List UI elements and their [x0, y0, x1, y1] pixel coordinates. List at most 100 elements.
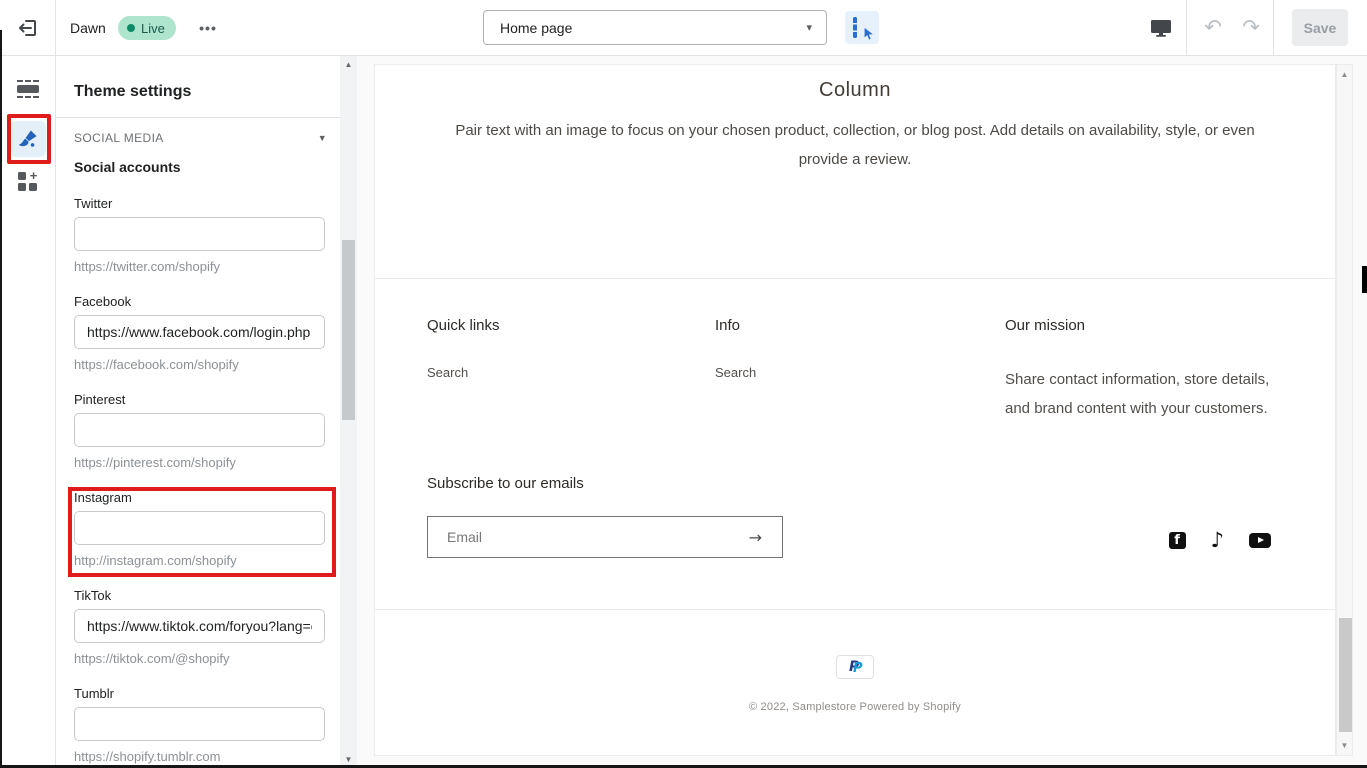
selection-icon: [853, 19, 871, 37]
live-badge-label: Live: [141, 21, 165, 36]
tiktok-input[interactable]: [74, 609, 325, 643]
more-actions-button[interactable]: •••: [192, 14, 224, 42]
facebook-icon[interactable]: f: [1169, 532, 1186, 549]
facebook-label: Facebook: [74, 294, 325, 309]
preview-scrollbar-thumb[interactable]: [1339, 618, 1352, 732]
sidebar-item-apps[interactable]: +: [0, 172, 55, 192]
topbar-divider: [1186, 0, 1187, 55]
twitter-label: Twitter: [74, 196, 325, 211]
panel-scrollbar-thumb[interactable]: [342, 240, 355, 420]
footer-top-divider: [375, 278, 1335, 279]
undo-button[interactable]: ↶: [1198, 12, 1228, 42]
tiktok-icon[interactable]: ♪: [1211, 530, 1224, 550]
live-dot-icon: [127, 24, 135, 32]
tumblr-label: Tumblr: [74, 686, 325, 701]
tiktok-label: TikTok: [74, 588, 325, 603]
section-social-media-label: SOCIAL MEDIA: [74, 131, 164, 145]
page-selector-dropdown[interactable]: Home page ▾: [483, 10, 827, 45]
paintbrush-icon: [17, 129, 38, 150]
mouse-cursor-artifact: [1362, 266, 1367, 293]
scroll-down-icon[interactable]: ▼: [340, 755, 357, 764]
tiktok-helper: https://tiktok.com/@shopify: [74, 651, 325, 666]
section-social-media[interactable]: SOCIAL MEDIA ▼: [74, 127, 327, 149]
ellipsis-icon: •••: [199, 20, 217, 36]
youtube-icon[interactable]: [1249, 533, 1271, 548]
quick-links-search-link[interactable]: Search: [427, 365, 468, 380]
theme-settings-panel: Theme settings SOCIAL MEDIA ▼ Social acc…: [56, 56, 340, 768]
panel-scrollbar[interactable]: ▲ ▼: [340, 56, 357, 768]
apps-icon: +: [18, 172, 38, 192]
sidebar-item-theme-settings[interactable]: [0, 121, 55, 157]
social-accounts-title: Social accounts: [74, 159, 181, 175]
panel-title: Theme settings: [74, 83, 191, 101]
subscribe-heading: Subscribe to our emails: [427, 475, 584, 492]
footer-social-icons: f ♪: [1169, 529, 1271, 551]
footer-column-quick-links: Quick links Search: [427, 317, 715, 423]
field-pinterest: Pinterest https://pinterest.com/shopify: [74, 392, 325, 470]
pinterest-input[interactable]: [74, 413, 325, 447]
submit-arrow-button[interactable]: →: [729, 528, 782, 547]
footer-columns: Quick links Search Info Search Our missi…: [427, 317, 1295, 423]
arrow-right-icon: →: [749, 528, 762, 547]
topbar-divider: [1273, 0, 1274, 55]
section-select-tool-button[interactable]: [845, 11, 879, 44]
instagram-helper: http://instagram.com/shopify: [74, 553, 325, 568]
twitter-input[interactable]: [74, 217, 325, 251]
facebook-helper: https://facebook.com/shopify: [74, 357, 325, 372]
footer-bottom-divider: [375, 609, 1335, 610]
facebook-letter: f: [1174, 533, 1180, 549]
save-button[interactable]: Save: [1292, 9, 1348, 46]
theme-name: Dawn: [70, 0, 106, 55]
info-search-link[interactable]: Search: [715, 365, 756, 380]
preview-scroll-up-icon[interactable]: ▲: [1337, 70, 1352, 79]
theme-settings-tile: [10, 121, 46, 157]
live-status-badge: Live: [118, 16, 176, 40]
top-bar: Dawn Live ••• Home page ▾: [0, 0, 1367, 56]
footer-column-mission: Our mission Share contact information, s…: [1005, 317, 1287, 423]
monitor-icon: [1150, 18, 1172, 38]
preview-scrollbar[interactable]: ▲ ▼: [1336, 64, 1353, 756]
collapse-caret-icon: ▼: [318, 133, 327, 143]
redo-button[interactable]: ↷: [1236, 12, 1266, 42]
instagram-label: Instagram: [74, 490, 325, 505]
instagram-input[interactable]: [74, 511, 325, 545]
twitter-helper: https://twitter.com/shopify: [74, 259, 325, 274]
scroll-up-icon[interactable]: ▲: [340, 60, 357, 69]
field-facebook: Facebook https://facebook.com/shopify: [74, 294, 325, 372]
shopify-theme-editor: Dawn Live ••• Home page ▾: [0, 0, 1367, 768]
footer-column-info: Info Search: [715, 317, 1005, 423]
desktop-preview-button[interactable]: [1146, 14, 1176, 42]
pinterest-helper: https://pinterest.com/shopify: [74, 455, 325, 470]
paypal-icon-front: P: [853, 661, 863, 676]
sections-icon: [17, 80, 39, 98]
newsletter-form: →: [427, 516, 783, 558]
info-heading: Info: [715, 317, 1005, 334]
store-preview: Column Pair text with an image to focus …: [374, 64, 1336, 756]
paypal-badge: P P: [836, 655, 874, 679]
field-twitter: Twitter https://twitter.com/shopify: [74, 196, 325, 274]
undo-icon: ↶: [1204, 15, 1222, 39]
panel-divider: [56, 117, 340, 118]
exit-button[interactable]: [0, 0, 56, 55]
email-input[interactable]: [428, 529, 729, 545]
mission-heading: Our mission: [1005, 317, 1287, 334]
tumblr-helper: https://shopify.tumblr.com: [74, 749, 325, 764]
field-tumblr: Tumblr https://shopify.tumblr.com: [74, 686, 325, 764]
page-selector-value: Home page: [500, 20, 572, 36]
tumblr-input[interactable]: [74, 707, 325, 741]
facebook-input[interactable]: [74, 315, 325, 349]
field-tiktok: TikTok https://tiktok.com/@shopify: [74, 588, 325, 666]
editor-rail: +: [0, 56, 56, 768]
column-heading: Column: [375, 79, 1335, 102]
exit-icon: [17, 17, 39, 39]
field-instagram: Instagram http://instagram.com/shopify: [74, 490, 325, 568]
copyright-text: © 2022, Samplestore Powered by Shopify: [375, 701, 1335, 713]
chevron-down-icon: ▾: [806, 21, 812, 34]
preview-scroll-down-icon[interactable]: ▼: [1337, 741, 1352, 750]
quick-links-heading: Quick links: [427, 317, 715, 334]
window-edge-left: [0, 30, 2, 768]
pinterest-label: Pinterest: [74, 392, 325, 407]
sidebar-item-sections[interactable]: [0, 80, 55, 98]
column-description: Pair text with an image to focus on your…: [433, 116, 1277, 174]
redo-icon: ↷: [1242, 15, 1260, 39]
